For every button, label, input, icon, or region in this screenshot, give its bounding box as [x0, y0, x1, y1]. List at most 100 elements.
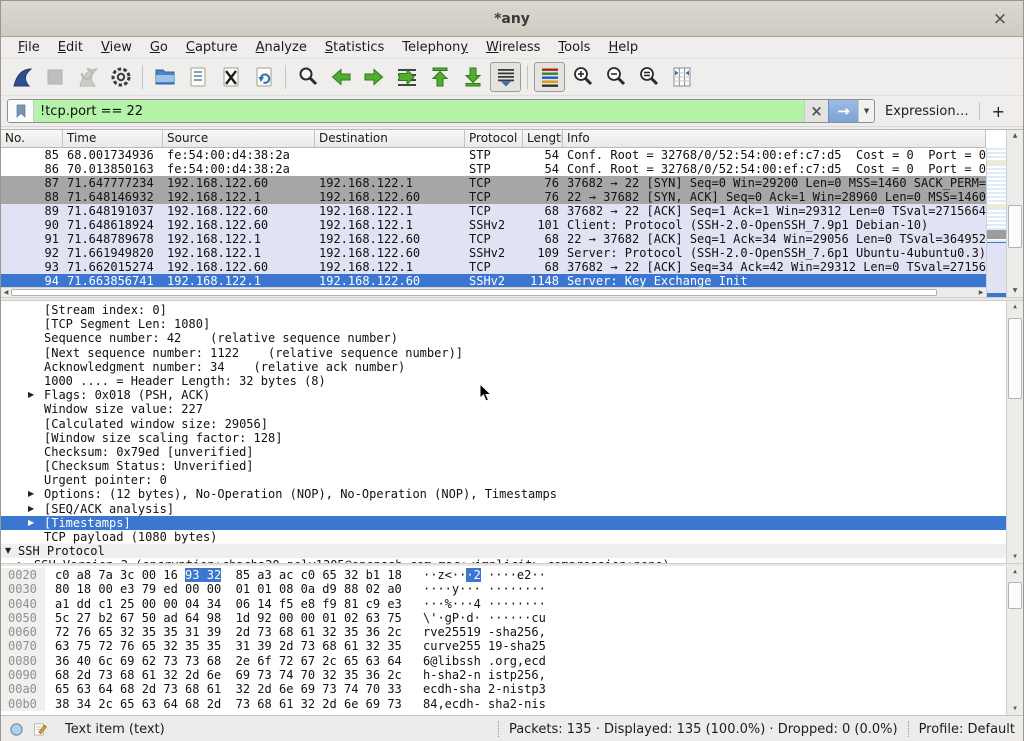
- restart-capture-button[interactable]: [72, 62, 103, 92]
- hex-row[interactable]: 0040a1 dd c1 25 00 00 04 34 06 14 f5 e8 …: [1, 597, 1006, 611]
- detail-line[interactable]: Window size value: 227: [1, 402, 1006, 416]
- packet-row-94-selected[interactable]: 9471.663856741192.168.122.1192.168.122.6…: [1, 274, 986, 287]
- colorize-button[interactable]: [534, 62, 565, 92]
- hscroll-thumb[interactable]: [11, 289, 937, 296]
- close-file-button[interactable]: [215, 62, 246, 92]
- scroll-up-icon[interactable]: ▲: [1007, 301, 1023, 313]
- expression-button[interactable]: Expression…: [875, 104, 979, 119]
- packet-row-86[interactable]: 8670.013850163fe:54:00:d4:38:2aSTP54Conf…: [1, 162, 986, 176]
- detail-line[interactable]: [Checksum Status: Unverified]: [1, 459, 1006, 473]
- column-header-source[interactable]: Source: [163, 130, 315, 147]
- hex-row[interactable]: 003080 18 00 e3 79 ed 00 00 01 01 08 0a …: [1, 582, 1006, 596]
- zoom-reset-button[interactable]: [633, 62, 664, 92]
- detail-line[interactable]: [Window size scaling factor: 128]: [1, 431, 1006, 445]
- expander-icon[interactable]: ▶: [18, 558, 32, 563]
- menu-help[interactable]: Help: [599, 39, 647, 56]
- menu-view[interactable]: View: [92, 39, 141, 56]
- go-last-button[interactable]: [457, 62, 488, 92]
- column-header-no[interactable]: No.: [1, 130, 63, 147]
- hex-row[interactable]: 00505c 27 b2 67 50 ad 64 98 1d 92 00 00 …: [1, 611, 1006, 625]
- details-vscrollbar[interactable]: ▲ ▼: [1006, 301, 1023, 563]
- open-file-button[interactable]: [149, 62, 180, 92]
- menu-capture[interactable]: Capture: [177, 39, 247, 56]
- hex-vscrollbar[interactable]: ▲ ▼: [1006, 566, 1023, 715]
- menu-telephony[interactable]: Telephony: [393, 39, 477, 56]
- save-file-button[interactable]: [182, 62, 213, 92]
- vscroll-track[interactable]: [1007, 142, 1023, 285]
- hex-row[interactable]: 006072 76 65 32 35 35 31 39 2d 73 68 61 …: [1, 625, 1006, 639]
- menu-analyze[interactable]: Analyze: [247, 39, 316, 56]
- column-header-info[interactable]: Info: [563, 130, 986, 147]
- intelligent-scrollbar-minimap[interactable]: [986, 148, 1006, 297]
- expander-icon[interactable]: ▶: [28, 516, 42, 530]
- packet-row-87[interactable]: 8771.647777234192.168.122.60192.168.122.…: [1, 176, 986, 190]
- detail-line[interactable]: [Next sequence number: 1122 (relative se…: [1, 346, 1006, 360]
- packet-row-89[interactable]: 8971.648191037192.168.122.60192.168.122.…: [1, 204, 986, 218]
- menu-go[interactable]: Go: [141, 39, 177, 56]
- hscroll-track[interactable]: [11, 288, 976, 297]
- packet-row-88[interactable]: 8871.648146932192.168.122.1192.168.122.6…: [1, 190, 986, 204]
- expander-icon[interactable]: ▼: [5, 544, 19, 558]
- reload-file-button[interactable]: [248, 62, 279, 92]
- filter-bookmark-button[interactable]: [8, 100, 34, 122]
- close-window-button[interactable]: ×: [989, 8, 1011, 30]
- start-capture-button[interactable]: [6, 62, 37, 92]
- zoom-in-button[interactable]: [567, 62, 598, 92]
- scroll-right-icon[interactable]: ▶: [976, 289, 986, 296]
- zoom-out-button[interactable]: [600, 62, 631, 92]
- vscroll-thumb[interactable]: [1008, 205, 1022, 248]
- expander-icon[interactable]: ▶: [28, 487, 42, 501]
- detail-line[interactable]: [Stream index: 0]: [1, 303, 1006, 317]
- filter-history-caret[interactable]: ▼: [858, 100, 874, 122]
- menu-file[interactable]: File: [9, 39, 49, 56]
- detail-line-ssh-protocol[interactable]: ▼SSH Protocol: [1, 544, 1006, 558]
- vscroll-thumb[interactable]: [1008, 318, 1022, 399]
- auto-scroll-button[interactable]: [490, 62, 521, 92]
- detail-line[interactable]: Acknowledgment number: 34 (relative ack …: [1, 360, 1006, 374]
- hex-row[interactable]: 00a065 63 64 68 2d 73 68 61 32 2d 6e 69 …: [1, 682, 1006, 696]
- filter-clear-button[interactable]: ×: [804, 100, 828, 122]
- resize-columns-button[interactable]: [666, 62, 697, 92]
- go-first-button[interactable]: [424, 62, 455, 92]
- hex-row[interactable]: 007063 75 72 76 65 32 35 35 31 39 2d 73 …: [1, 639, 1006, 653]
- packet-row-93[interactable]: 9371.662015274192.168.122.60192.168.122.…: [1, 260, 986, 274]
- detail-line-seq-ack[interactable]: ▶[SEQ/ACK analysis]: [1, 502, 1006, 516]
- hex-row[interactable]: 008036 40 6c 69 62 73 73 68 2e 6f 72 67 …: [1, 654, 1006, 668]
- hex-row[interactable]: 00b038 34 2c 65 63 64 68 2d 73 68 61 32 …: [1, 697, 1006, 711]
- hex-row[interactable]: 009068 2d 73 68 61 32 2d 6e 69 73 74 70 …: [1, 668, 1006, 682]
- stop-capture-button[interactable]: [39, 62, 70, 92]
- find-packet-button[interactable]: [292, 62, 323, 92]
- expander-icon[interactable]: ▶: [28, 388, 42, 402]
- scroll-down-icon[interactable]: ▼: [1007, 703, 1023, 715]
- vscroll-track[interactable]: [1007, 313, 1023, 551]
- detail-line[interactable]: [Calculated window size: 29056]: [1, 417, 1006, 431]
- vscroll-thumb[interactable]: [1008, 582, 1022, 610]
- vscroll-track[interactable]: [1007, 578, 1023, 703]
- profile-label[interactable]: Profile: Default: [919, 722, 1015, 737]
- detail-line[interactable]: 1000 .... = Header Length: 32 bytes (8): [1, 374, 1006, 388]
- scroll-down-icon[interactable]: ▼: [1007, 285, 1023, 297]
- menu-edit[interactable]: Edit: [49, 39, 92, 56]
- scroll-left-icon[interactable]: ◀: [1, 289, 11, 296]
- packet-list-hscrollbar[interactable]: ◀ ▶: [1, 287, 986, 297]
- scroll-down-icon[interactable]: ▼: [1007, 551, 1023, 563]
- column-header-length[interactable]: Length: [523, 130, 563, 147]
- detail-line[interactable]: Checksum: 0x79ed [unverified]: [1, 445, 1006, 459]
- detail-line-timestamps-selected[interactable]: ▶[Timestamps]: [1, 516, 1006, 530]
- detail-line[interactable]: Urgent pointer: 0: [1, 473, 1006, 487]
- packet-row-85[interactable]: 8568.001734936fe:54:00:d4:38:2aSTP54Conf…: [1, 148, 986, 162]
- scroll-up-icon[interactable]: ▲: [1007, 566, 1023, 578]
- packet-row-92[interactable]: 9271.661949820192.168.122.1192.168.122.6…: [1, 246, 986, 260]
- filter-apply-button[interactable]: →: [828, 100, 858, 122]
- hex-row[interactable]: 0020c0 a8 7a 3c 00 16 93 32 85 a3 ac c0 …: [1, 568, 1006, 582]
- expert-info-icon[interactable]: [9, 722, 24, 737]
- detail-line-flags[interactable]: ▶Flags: 0x018 (PSH, ACK): [1, 388, 1006, 402]
- go-back-button[interactable]: [325, 62, 356, 92]
- column-header-destination[interactable]: Destination: [315, 130, 465, 147]
- display-filter-input[interactable]: [34, 100, 804, 122]
- capture-options-button[interactable]: [105, 62, 136, 92]
- detail-line[interactable]: Sequence number: 42 (relative sequence n…: [1, 331, 1006, 345]
- detail-line[interactable]: TCP payload (1080 bytes): [1, 530, 1006, 544]
- column-header-time[interactable]: Time: [63, 130, 163, 147]
- filter-add-button[interactable]: +: [980, 102, 1017, 121]
